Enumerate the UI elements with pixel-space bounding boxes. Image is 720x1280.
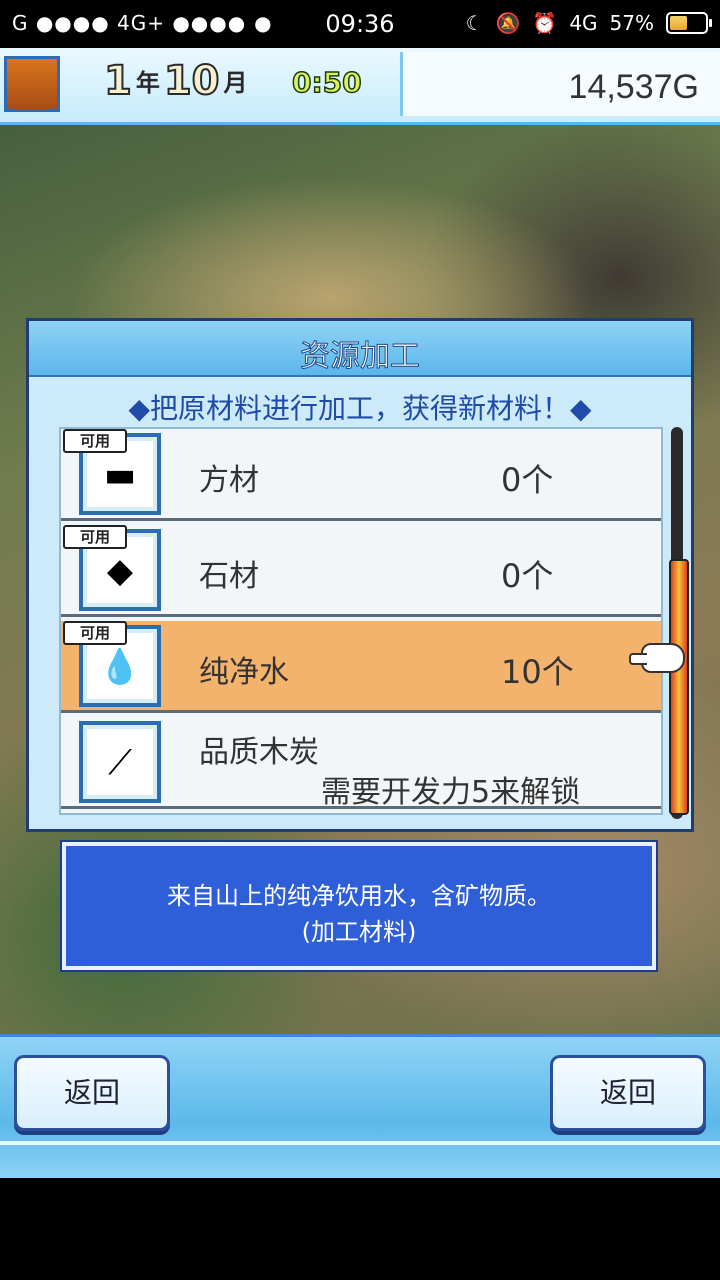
resource-processing-dialog: 资源加工 ◆把原材料进行加工，获得新材料！◆ ▬ 可用 方材 0个 ◆ 可用 石… — [26, 318, 694, 832]
status-bar: G ●●●● 4G+ ●●●● ● 09:36 ☾ 🔕 ⏰ 4G 57% — [0, 0, 720, 48]
unlock-requirement: 需要开发力5来解锁 — [321, 775, 581, 810]
description-text: 来自山上的纯净饮用水，含矿物质。 — [167, 882, 551, 910]
list-item-lumber[interactable]: ▬ 可用 方材 0个 — [61, 429, 661, 521]
mute-icon: 🔕 — [495, 11, 521, 35]
item-count: 10个 — [501, 653, 574, 691]
status-right: ☾ 🔕 ⏰ 4G 57% — [465, 11, 712, 35]
battery-fill — [670, 16, 687, 30]
network-type: 4G — [569, 11, 598, 35]
item-name: 纯净水 — [199, 655, 289, 690]
dialog-subtitle: ◆把原材料进行加工，获得新材料！◆ — [128, 392, 592, 425]
dialog-title: 资源加工 — [300, 339, 421, 375]
alarm-icon: ⏰ — [532, 11, 558, 35]
item-name: 石材 — [199, 559, 259, 594]
available-tag: 可用 — [63, 525, 127, 549]
available-tag: 可用 — [63, 621, 127, 645]
battery-icon — [666, 12, 712, 34]
stone-glyph: ◆ — [106, 551, 134, 591]
list-item-pure-water[interactable]: 💧 可用 纯净水 10个 — [61, 621, 661, 713]
year-number: 1 — [103, 57, 133, 105]
lumber-glyph: ▬ — [103, 455, 137, 495]
material-list: ▬ 可用 方材 0个 ◆ 可用 石材 0个 💧 可用 纯净水 10个 ⟋ 品质木… — [59, 427, 663, 815]
screen-bottom — [0, 1178, 720, 1280]
scrollbar-thumb[interactable] — [669, 559, 689, 815]
item-description-panel: 来自山上的纯净饮用水，含矿物质。 (加工材料) — [62, 842, 656, 970]
item-name: 方材 — [199, 463, 259, 498]
item-count: 0个 — [501, 461, 554, 499]
back-button-right[interactable]: 返回 — [550, 1055, 706, 1131]
charcoal-glyph: ⟋ — [108, 743, 132, 783]
game-date: 1 年 10 月 — [103, 57, 248, 105]
month-unit: 月 — [223, 69, 248, 97]
pointing-hand-icon — [629, 643, 685, 673]
item-count: 0个 — [501, 557, 554, 595]
description-category: (加工材料) — [301, 918, 417, 946]
dialog-title-bar: 资源加工 — [29, 321, 691, 377]
available-tag: 可用 — [63, 429, 127, 453]
avatar[interactable] — [4, 56, 60, 112]
list-item-charcoal[interactable]: ⟋ 品质木炭 需要开发力5来解锁 — [61, 717, 661, 810]
top-hud: 1 年 10 月 0:50 14,537G — [0, 48, 720, 125]
water-glyph: 💧 — [98, 647, 142, 687]
item-name: 品质木炭 — [199, 735, 319, 770]
moon-icon: ☾ — [465, 11, 484, 35]
year-unit: 年 — [135, 69, 160, 97]
game-clock: 0:50 — [291, 65, 362, 100]
bottom-bar: 返回 返回 — [0, 1034, 720, 1181]
bottom-stripe — [0, 1141, 720, 1145]
money-amount: 14,537G — [568, 68, 699, 106]
list-item-stone[interactable]: ◆ 可用 石材 0个 — [61, 525, 661, 617]
month-number: 10 — [163, 57, 221, 105]
back-button-left[interactable]: 返回 — [14, 1055, 170, 1131]
charcoal-icon: ⟋ — [79, 721, 161, 803]
money-panel: 14,537G — [400, 52, 720, 116]
battery-percent: 57% — [609, 11, 654, 35]
